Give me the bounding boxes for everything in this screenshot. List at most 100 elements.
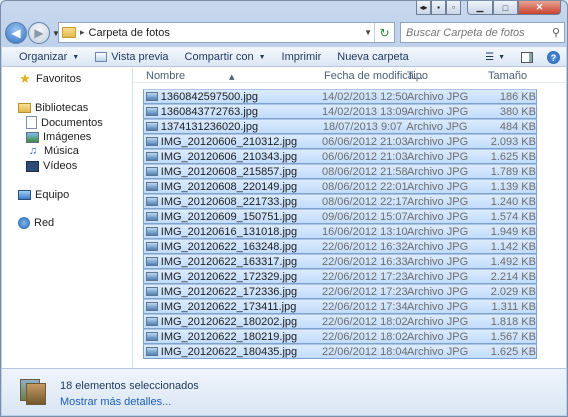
file-size: 186 KB [499, 90, 536, 103]
file-date: 06/06/2012 21:03 [322, 150, 408, 163]
share-label: Compartir con [184, 51, 254, 63]
column-header-size[interactable]: Tamaño [488, 70, 527, 82]
file-row[interactable]: IMG_20120622_172329.jpg 22/06/2012 17:23 A… [143, 269, 537, 284]
search-box[interactable]: ⚲ [400, 22, 565, 43]
close-button[interactable]: ✕ [518, 1, 561, 15]
preview-pane-icon[interactable] [521, 52, 533, 63]
breadcrumb-separator-icon[interactable]: ▸ [80, 27, 85, 38]
file-row[interactable]: IMG_20120622_163317.jpg 22/06/2012 16:33 A… [143, 254, 537, 269]
column-header-type[interactable]: Tipo [407, 70, 428, 82]
address-bar[interactable]: ▸ Carpeta de fotos ▼ ↻ [58, 22, 395, 43]
file-date: 22/06/2012 17:23 [322, 285, 408, 298]
file-name: IMG_20120608_215857.jpg [160, 165, 298, 178]
file-row[interactable]: IMG_20120622_180219.jpg 22/06/2012 18:02 A… [143, 329, 537, 344]
file-name: IMG_20120622_172329.jpg [160, 270, 298, 283]
file-type: Archivo JPG [407, 225, 469, 238]
file-name: IMG_20120622_180219.jpg [160, 330, 298, 343]
refresh-icon[interactable]: ↻ [374, 23, 394, 42]
jpg-file-icon [146, 317, 158, 326]
nav-item-documents[interactable]: Documentos [26, 116, 103, 129]
file-size: 1.240 KB [490, 195, 536, 208]
file-row[interactable]: 1360842597500.jpg 14/02/2013 12:50 Archivo… [143, 89, 537, 104]
address-dropdown-icon[interactable]: ▼ [364, 28, 372, 37]
nav-item-favorites[interactable]: ★ Favoritos [18, 71, 81, 86]
back-button[interactable]: ◀ [5, 22, 27, 44]
forward-button[interactable]: ▶ [28, 22, 50, 44]
file-row[interactable]: IMG_20120622_180202.jpg 22/06/2012 18:02 A… [143, 314, 537, 329]
library-icon [18, 103, 31, 113]
file-row[interactable]: IMG_20120622_180435.jpg 22/06/2012 18:04 A… [143, 344, 537, 359]
column-header-name[interactable]: Nombre [146, 70, 185, 82]
organize-menu-button[interactable]: Organizar ▼ [19, 51, 79, 63]
chevron-down-icon: ▼ [72, 53, 80, 61]
file-size: 2.214 KB [490, 270, 536, 283]
preview-label: Vista previa [111, 51, 169, 63]
back-forward-icon[interactable]: ◂▸ [416, 1, 431, 15]
file-row[interactable]: 1360843772763.jpg 14/02/2013 13:09 Archivo… [143, 104, 537, 119]
file-date: 22/06/2012 18:04 [322, 345, 408, 358]
help-icon[interactable]: ? [547, 51, 560, 64]
file-row[interactable]: IMG_20120622_173411.jpg 22/06/2012 17:34 A… [143, 299, 537, 314]
file-row[interactable]: 1374131236020.jpg 18/07/2013 9:07 Archivo … [143, 119, 537, 134]
jpg-file-icon [146, 122, 158, 131]
file-date: 14/02/2013 12:50 [322, 90, 408, 103]
file-row[interactable]: IMG_20120608_220149.jpg 08/06/2012 22:01 A… [143, 179, 537, 194]
file-name: IMG_20120622_180435.jpg [160, 345, 298, 358]
file-list: ▴ Nombre Fecha de modifica... Tipo Tamañ… [133, 67, 566, 368]
file-name: IMG_20120622_163317.jpg [160, 255, 298, 268]
jpg-file-icon [146, 257, 158, 266]
print-button[interactable]: Imprimir [282, 51, 322, 63]
nav-item-libraries[interactable]: Bibliotecas [18, 102, 88, 114]
nav-item-videos[interactable]: Vídeos [26, 160, 77, 172]
file-rows: 1360842597500.jpg 14/02/2013 12:50 Archivo… [143, 89, 537, 359]
file-name: IMG_20120606_210343.jpg [160, 150, 298, 163]
file-type: Archivo JPG [407, 300, 469, 313]
file-name: IMG_20120606_210312.jpg [160, 135, 298, 148]
nav-item-network[interactable]: Red [18, 217, 54, 229]
minimize-button[interactable]: ▁ [467, 1, 493, 15]
nav-label: Música [44, 145, 79, 157]
command-bar: Organizar ▼ Vista previa Compartir con ▼ I… [2, 47, 566, 67]
file-date: 22/06/2012 18:02 [322, 330, 408, 343]
view-options-icon[interactable]: ☰ [485, 52, 494, 63]
maximize-button[interactable]: □ [493, 1, 518, 15]
file-row[interactable]: IMG_20120616_131018.jpg 16/06/2012 13:10 A… [143, 224, 537, 239]
column-headers: ▴ Nombre Fecha de modifica... Tipo Tamañ… [133, 67, 566, 83]
nav-item-images[interactable]: Imágenes [26, 131, 91, 143]
nav-label: Equipo [35, 189, 70, 201]
file-row[interactable]: IMG_20120609_150751.jpg 09/06/2012 15:07 A… [143, 209, 537, 224]
file-row[interactable]: IMG_20120606_210343.jpg 06/06/2012 21:03 A… [143, 149, 537, 164]
nav-label: Bibliotecas [35, 102, 89, 114]
search-input[interactable] [406, 26, 546, 39]
file-row[interactable]: IMG_20120608_215857.jpg 08/06/2012 21:58 A… [143, 164, 537, 179]
file-size: 1.311 KB [491, 300, 536, 313]
jpg-file-icon [146, 107, 158, 116]
file-row[interactable]: IMG_20120608_221733.jpg 08/06/2012 22:17 A… [143, 194, 537, 209]
view-dropdown-icon[interactable]: ▼ [498, 54, 505, 61]
nav-item-computer[interactable]: Equipo [18, 189, 69, 201]
file-row[interactable]: IMG_20120622_163248.jpg 22/06/2012 16:32 A… [143, 239, 537, 254]
search-icon[interactable]: ⚲ [552, 26, 560, 39]
nav-label: Imágenes [43, 131, 92, 143]
file-name: IMG_20120608_221733.jpg [160, 195, 298, 208]
nav-label: Documentos [41, 116, 103, 129]
file-type: Archivo JPG [407, 270, 469, 283]
new-folder-button[interactable]: Nueva carpeta [337, 51, 409, 63]
jpg-file-icon [146, 332, 158, 341]
show-more-details-link[interactable]: Mostrar más detalles... [60, 396, 171, 408]
pin-icon[interactable]: ▫ [446, 1, 461, 15]
nav-item-music[interactable]: ♫ Música [26, 145, 79, 157]
file-row[interactable]: IMG_20120606_210312.jpg 06/06/2012 21:03 A… [143, 134, 537, 149]
address-path[interactable]: Carpeta de fotos [89, 27, 170, 39]
file-type: Archivo JPG [407, 315, 469, 328]
share-menu-button[interactable]: Compartir con ▼ [185, 51, 266, 63]
file-row[interactable]: IMG_20120622_172336.jpg 22/06/2012 17:23 A… [143, 284, 537, 299]
preview-button[interactable]: Vista previa [95, 51, 169, 63]
sync-icon[interactable]: ▪ [431, 1, 446, 15]
jpg-file-icon [146, 167, 158, 176]
file-date: 08/06/2012 22:01 [322, 180, 408, 193]
nav-label: Vídeos [43, 160, 78, 172]
file-type: Archivo JPG [407, 150, 469, 163]
file-type: Archivo JPG [407, 135, 469, 148]
file-size: 1.625 KB [490, 345, 536, 358]
